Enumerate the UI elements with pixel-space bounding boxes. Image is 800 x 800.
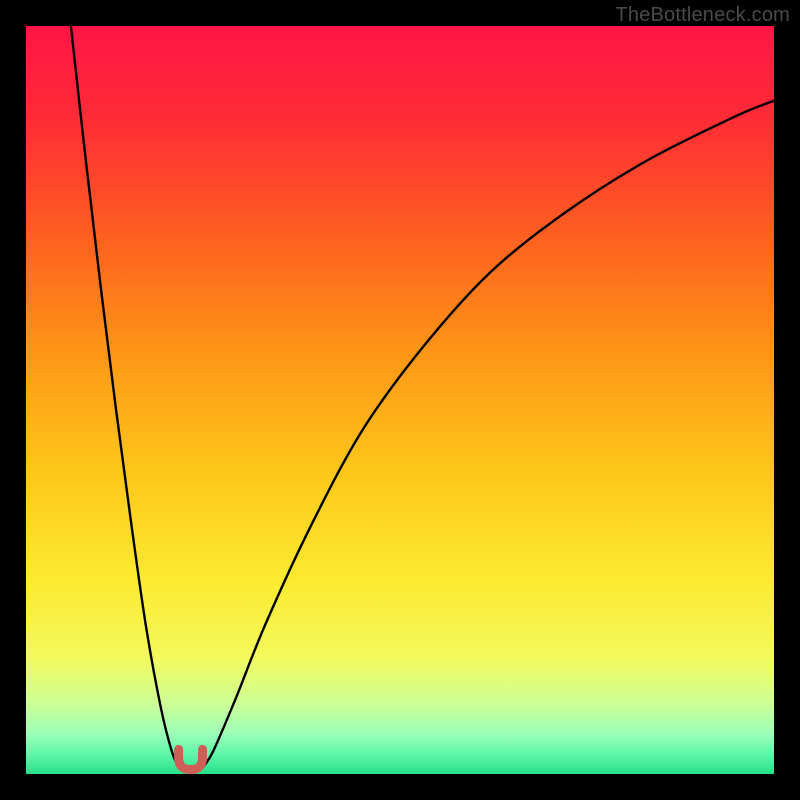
gradient-background	[26, 26, 774, 774]
bottleneck-chart	[26, 26, 774, 774]
watermark-text: TheBottleneck.com	[615, 4, 790, 27]
plot-area	[26, 26, 774, 774]
chart-frame: TheBottleneck.com	[0, 0, 800, 800]
